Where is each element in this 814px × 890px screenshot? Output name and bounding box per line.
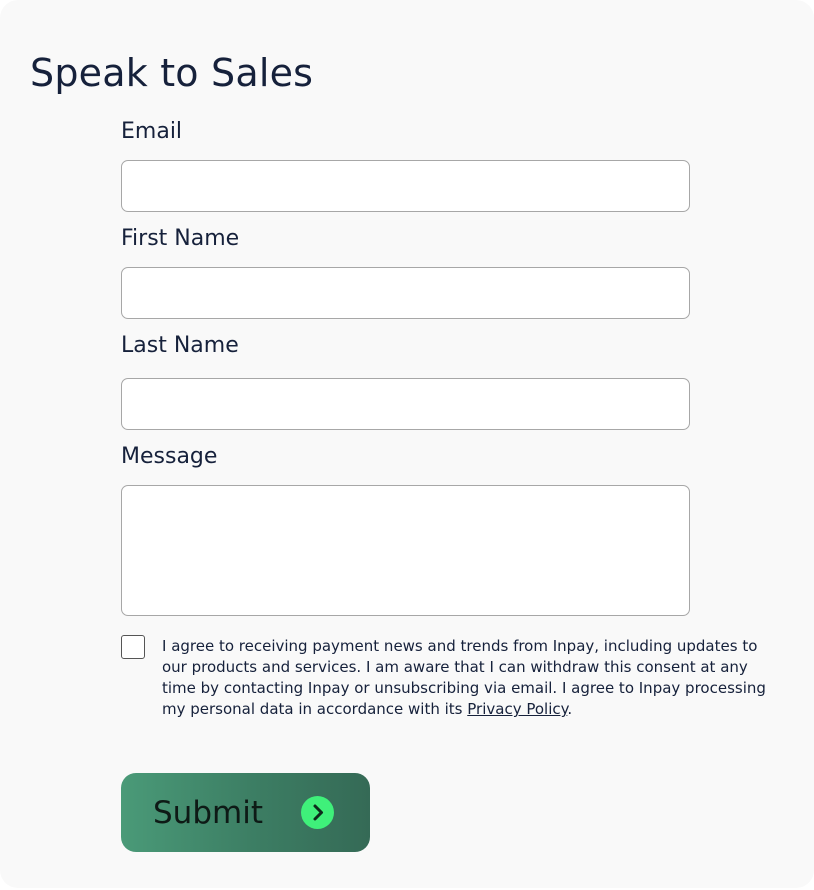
submit-label: Submit: [153, 795, 263, 831]
consent-text: I agree to receiving payment news and tr…: [162, 636, 777, 720]
first-name-field[interactable]: [121, 267, 690, 319]
email-label: Email: [121, 119, 183, 144]
privacy-policy-link[interactable]: Privacy Policy: [467, 700, 567, 718]
last-name-label: Last Name: [121, 333, 239, 358]
submit-button[interactable]: Submit: [121, 773, 370, 852]
message-field[interactable]: [121, 485, 690, 616]
consent-body: I agree to receiving payment news and tr…: [162, 637, 766, 718]
first-name-label: First Name: [121, 226, 240, 251]
chevron-right-circle-icon: [301, 796, 334, 829]
sales-form-card: Speak to Sales Email First Name Last Nam…: [0, 0, 814, 888]
message-label: Message: [121, 444, 218, 469]
consent-checkbox[interactable]: [121, 635, 145, 659]
last-name-field[interactable]: [121, 378, 690, 430]
consent-suffix: .: [567, 700, 573, 718]
email-field[interactable]: [121, 160, 690, 212]
page-title: Speak to Sales: [30, 51, 314, 95]
